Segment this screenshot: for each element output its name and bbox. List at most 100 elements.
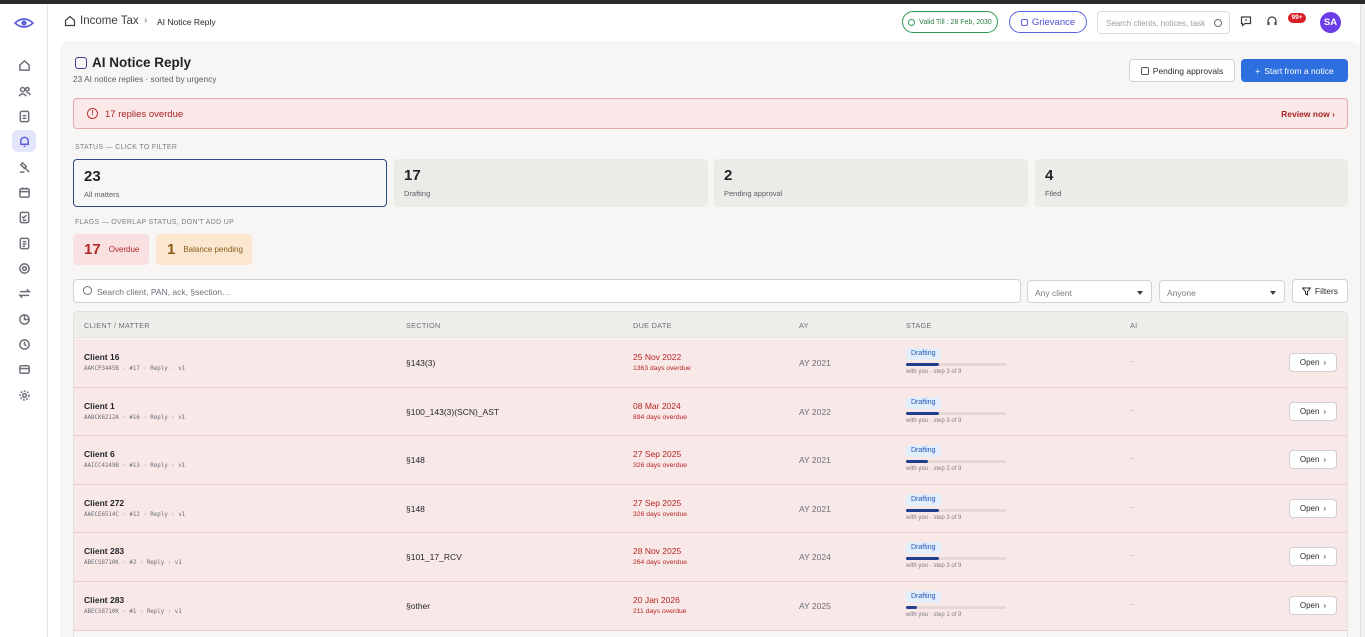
review-now-link[interactable]: Review now ›	[1281, 109, 1335, 119]
breadcrumb-root[interactable]: Income Tax	[80, 15, 139, 27]
matter-search-input[interactable]: Search client, PAN, ack, §section…	[73, 279, 1021, 303]
sidebar-item-reports[interactable]	[12, 232, 36, 254]
open-button[interactable]: Open ›	[1289, 401, 1337, 421]
sidebar-item-home[interactable]	[12, 54, 36, 76]
sidebar-item-analytics[interactable]	[12, 308, 36, 330]
stage-progress-bar	[906, 460, 1006, 464]
global-search-input[interactable]: Search clients, notices, task	[1097, 11, 1230, 34]
table-row[interactable]: Client 272 AAECE6514C · #12 · Reply · v1 §…	[74, 484, 1347, 534]
open-button[interactable]: Open ›	[1289, 596, 1337, 615]
open-button[interactable]: Open ›	[1289, 353, 1337, 372]
alert-text: 17 replies overdue	[105, 109, 184, 120]
ai-status: –	[1130, 454, 1135, 464]
stage-progress-fill	[906, 557, 939, 561]
global-search-placeholder: Search clients, notices, task	[1106, 19, 1206, 28]
sidebar-item-litigation[interactable]	[12, 156, 36, 178]
table-row[interactable]: Client 283 ABECS8710K · #1 · Reply · v1 §o…	[74, 582, 1347, 631]
home-icon[interactable]	[64, 15, 76, 27]
assessment-year: AY 2021	[799, 358, 831, 368]
users-icon	[17, 86, 31, 97]
approval-icon	[1140, 66, 1149, 75]
stage-progress-bar	[906, 508, 1006, 512]
sidebar-item-transfers[interactable]	[12, 282, 36, 304]
sidebar-item-documents[interactable]	[12, 105, 36, 127]
stat-label: Filed	[1045, 189, 1062, 198]
open-button[interactable]: Open ›	[1289, 498, 1337, 518]
review-now-label: Review now	[1281, 109, 1330, 119]
page-title: AI Notice Reply	[92, 55, 192, 70]
chat-icon[interactable]	[1240, 15, 1252, 27]
pending-approvals-button[interactable]: Pending approvals	[1129, 59, 1235, 82]
sidebar-item-history[interactable]	[12, 333, 36, 355]
start-from-notice-button[interactable]: + Start from a notice	[1241, 59, 1348, 82]
ai-status: –	[1130, 502, 1135, 512]
grievance-button[interactable]: Grievance	[1009, 11, 1087, 33]
stat-count: 17	[404, 167, 421, 184]
support-headset-icon[interactable]	[1266, 15, 1278, 27]
col-ay[interactable]: AY	[799, 321, 809, 330]
app-logo-eye-icon[interactable]	[14, 16, 34, 30]
overdue-days: 326 days overdue	[633, 510, 688, 518]
flag-overdue[interactable]: 17 Overdue	[73, 234, 149, 265]
stat-card-all[interactable]: 23 All matters	[73, 159, 387, 207]
flag-balance-pending[interactable]: 1 Balance pending	[156, 234, 252, 265]
col-section[interactable]: SECTION	[406, 321, 441, 330]
assignee-select[interactable]: Anyone	[1159, 280, 1285, 303]
matter-search-placeholder: Search client, PAN, ack, §section…	[97, 287, 231, 297]
check-circle-icon	[908, 18, 916, 26]
matter-ref: ABECS8710K · #2 · Reply · v1	[84, 560, 182, 567]
client-name: Client 272	[84, 497, 125, 508]
sidebar-item-goals[interactable]	[12, 257, 36, 279]
open-button[interactable]: Open ›	[1289, 450, 1337, 470]
col-client[interactable]: CLIENT / MATTER	[84, 321, 150, 330]
stat-card-pending-approval[interactable]: 2 Pending approval	[714, 159, 1028, 207]
open-button[interactable]: Open ›	[1289, 547, 1337, 567]
col-stage[interactable]: STAGE	[906, 321, 932, 330]
overdue-days: 211 days overdue	[633, 608, 687, 615]
sidebar-item-tasks[interactable]	[12, 206, 36, 228]
notification-badge[interactable]: 99+	[1288, 13, 1306, 23]
chevron-right-icon: ›	[1323, 503, 1327, 513]
flag-count: 1	[167, 241, 176, 258]
user-avatar[interactable]: SA	[1320, 12, 1341, 33]
overdue-days: 1363 days overdue	[633, 365, 691, 372]
sidebar-item-clients[interactable]	[12, 80, 36, 102]
stage-badge: Drafting	[906, 396, 941, 409]
page-scrollbar[interactable]	[1360, 4, 1365, 637]
assessment-year: AY 2022	[799, 406, 831, 417]
table-row[interactable]: Client 1 AABCK6212A · #16 · Reply · v1 §10…	[74, 387, 1347, 437]
assessment-year: AY 2021	[799, 503, 831, 514]
sidebar-item-settings[interactable]	[12, 384, 36, 406]
table-row[interactable]: Client 283 ABECS8710K · #2 · Reply · v1 §1…	[74, 533, 1347, 582]
matter-ref: AABCK6212A · #16 · Reply · v1	[84, 414, 186, 421]
client-select[interactable]: Any client	[1027, 280, 1152, 303]
flag-label: Overdue	[108, 245, 140, 254]
section: §148	[406, 503, 425, 514]
filters-button[interactable]: Filters	[1292, 279, 1348, 303]
col-ai[interactable]: AI	[1130, 321, 1138, 330]
col-due-date[interactable]: DUE DATE	[633, 321, 672, 330]
sidebar-item-notices[interactable]	[12, 130, 36, 152]
sidebar-item-billing[interactable]	[12, 358, 36, 380]
table-row[interactable]: Client 16 AAKCP3445B · #17 · Reply · v1 §1…	[74, 339, 1347, 388]
stat-label: Drafting	[404, 189, 431, 198]
overdue-days: 326 days overdue	[633, 462, 688, 470]
stage-progress-bar	[906, 606, 1006, 609]
matter-ref: ABECS8710K · #1 · Reply · v1	[84, 609, 182, 615]
stat-card-filed[interactable]: 4 Filed	[1035, 159, 1348, 207]
stat-card-drafting[interactable]: 17 Drafting	[394, 159, 708, 207]
page-subtitle: 23 AI notice replies · sorted by urgency	[73, 74, 217, 84]
due-date: 25 Nov 2022	[633, 352, 682, 362]
open-label: Open	[1299, 552, 1320, 562]
stage-detail: with you · step 3 of 9	[906, 417, 962, 424]
table-row[interactable]: Client 6 AAICC4149B · #13 · Reply · v1 §14…	[74, 436, 1347, 485]
stage-detail: with you · step 1 of 9	[906, 612, 962, 618]
filters-label: Filters	[1314, 286, 1339, 296]
section: §143(3)	[406, 358, 436, 368]
table-header: CLIENT / MATTER SECTION DUE DATE AY STAG…	[74, 312, 1347, 338]
client-name: Client 16	[84, 352, 120, 362]
open-label: Open	[1299, 358, 1320, 367]
start-label: Start from a notice	[1264, 65, 1334, 76]
sidebar-item-calendar[interactable]	[12, 181, 36, 203]
client-name: Client 6	[84, 449, 115, 460]
